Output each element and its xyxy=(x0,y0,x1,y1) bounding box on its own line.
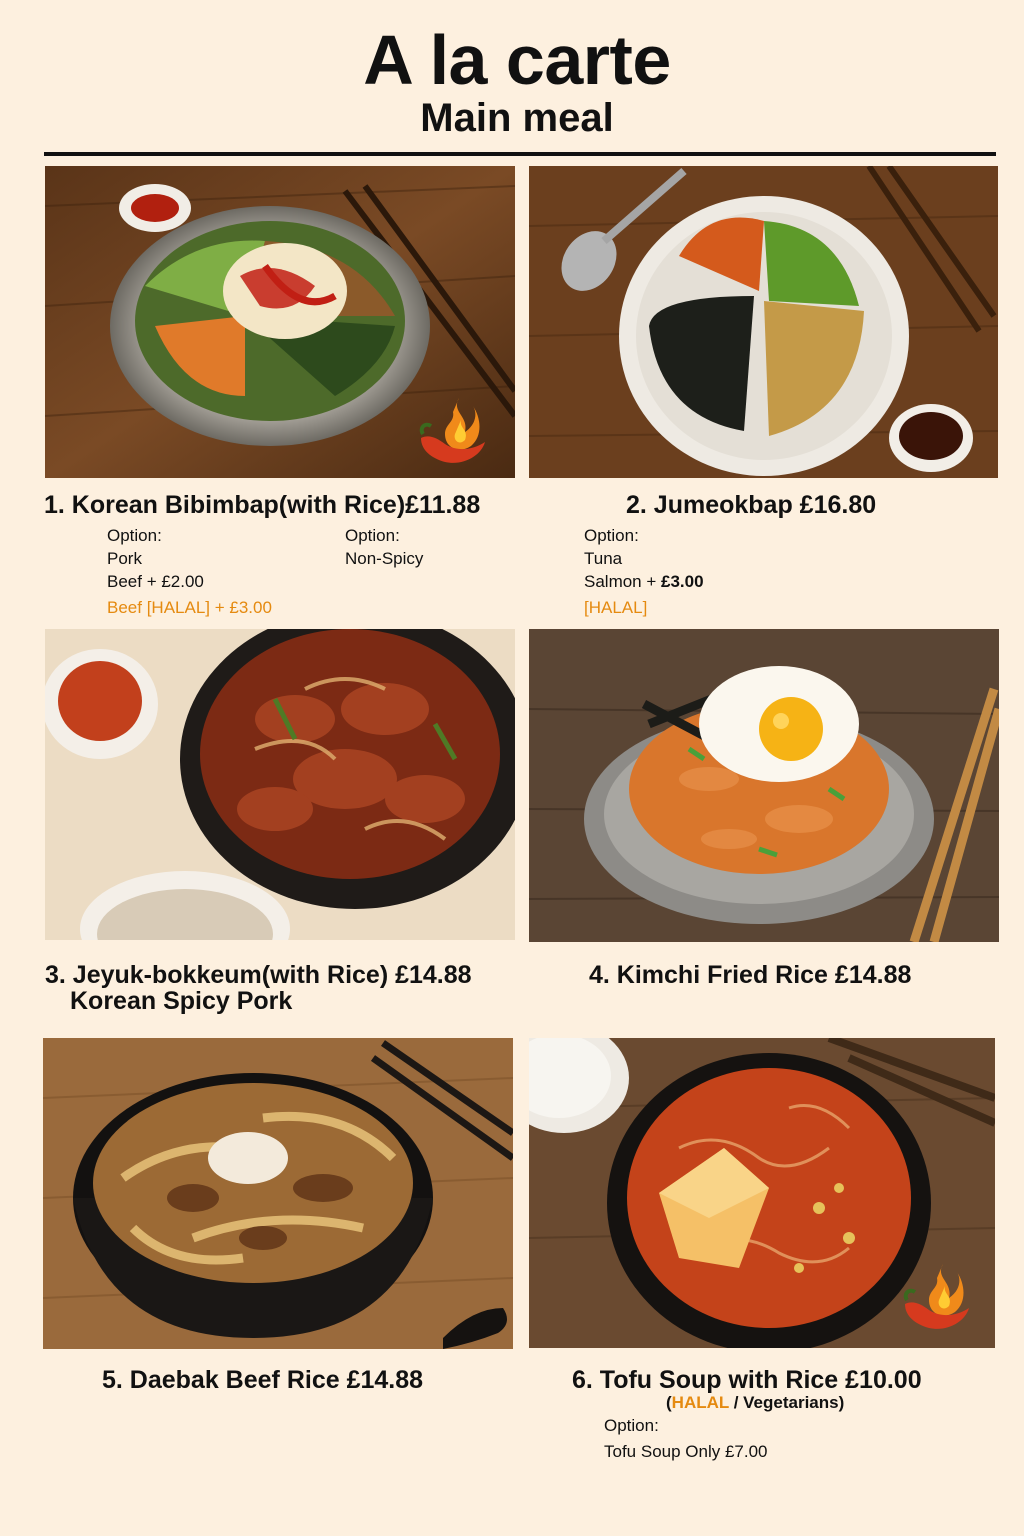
chili-flame-icon xyxy=(903,1264,969,1329)
item-2-option-salmon-label: Salmon + xyxy=(584,572,662,591)
item-6-option-soup-only: Tofu Soup Only £7.00 xyxy=(604,1442,768,1461)
jumeokbap-photo xyxy=(529,166,998,478)
item-2-option-tuna: Tuna xyxy=(584,549,623,568)
item-1-option-beef: Beef + £2.00 xyxy=(107,572,204,591)
item-3-title: 3. Jeyuk-bokkeum(with Rice) £14.88 xyxy=(45,961,472,989)
item-2-option-salmon: Salmon + £3.00 xyxy=(584,570,704,593)
item-2-option-halal: [HALAL] xyxy=(584,598,648,617)
menu-header: A la carte Main meal xyxy=(0,22,1024,138)
item-2-option-salmon-price: £3.00 xyxy=(661,572,704,591)
chili-flame-icon xyxy=(419,398,485,463)
tofu-soup-photo xyxy=(529,1038,995,1348)
item-6-dietary-note: (HALAL / Vegetarians) xyxy=(666,1393,844,1413)
page-subtitle: Main meal xyxy=(420,96,614,140)
item-1-option-pork: Pork xyxy=(107,549,142,568)
item-4-title: 4. Kimchi Fried Rice £14.88 xyxy=(589,961,912,989)
item-1-option-beef-halal: Beef [HALAL] + £3.00 xyxy=(107,598,272,617)
item-1-option2-label: Option: xyxy=(345,526,400,545)
item-3-subtitle: Korean Spicy Pork xyxy=(70,987,293,1015)
page-title: A la carte xyxy=(363,21,671,99)
item-6-note-rest: / Vegetarians) xyxy=(728,1393,845,1412)
item-1-option-non-spicy: Non-Spicy xyxy=(345,549,424,568)
kimchi-fried-rice-photo xyxy=(529,629,999,942)
bibimbap-photo xyxy=(45,166,515,478)
jeyuk-bokkeum-photo xyxy=(45,629,515,940)
item-2-title: 2. Jumeokbap £16.80 xyxy=(626,491,877,519)
header-divider xyxy=(44,152,996,156)
item-1-option-label: Option: xyxy=(107,526,162,545)
item-6-option-label: Option: xyxy=(604,1416,659,1435)
item-2-option-label: Option: xyxy=(584,526,639,545)
item-1-title: 1. Korean Bibimbap(with Rice)£11.88 xyxy=(44,491,481,519)
item-6-note-halal: HALAL xyxy=(671,1393,729,1412)
item-5-title: 5. Daebak Beef Rice £14.88 xyxy=(102,1366,424,1394)
daebak-beef-rice-photo xyxy=(43,1038,513,1349)
item-6-title: 6. Tofu Soup with Rice £10.00 xyxy=(572,1366,922,1394)
